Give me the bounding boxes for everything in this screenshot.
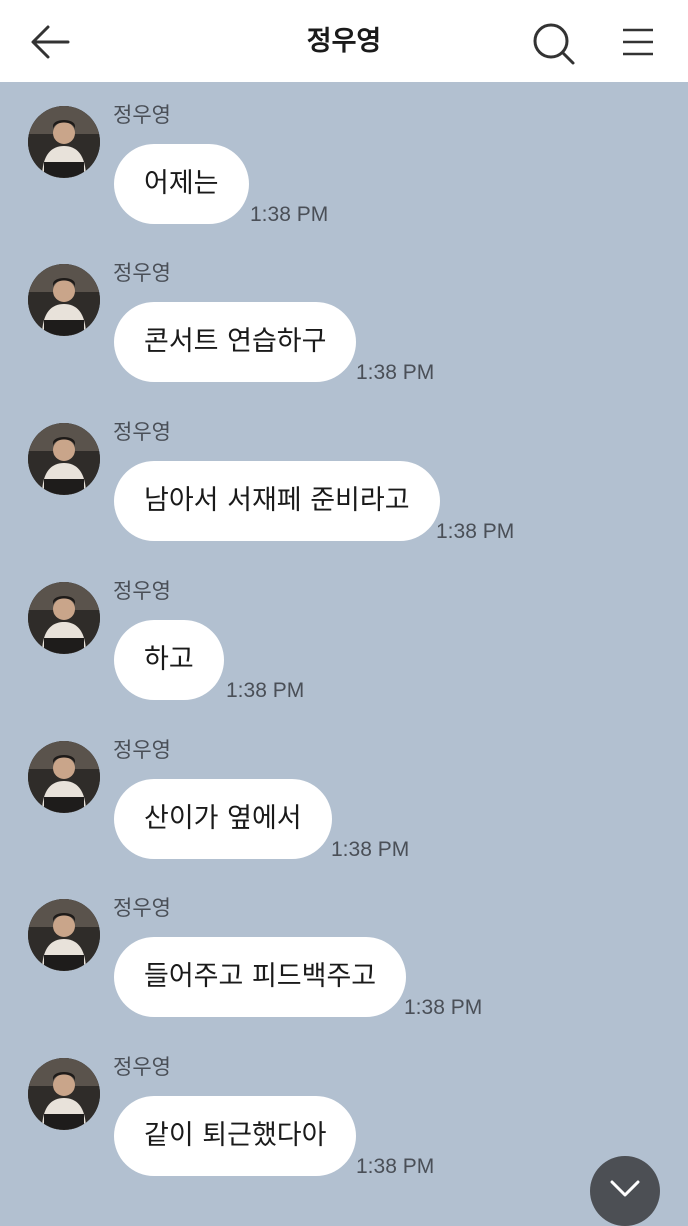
avatar-photo — [28, 741, 100, 813]
sender-name: 정우영 — [113, 738, 171, 762]
chat-message: 정우영 들어주고 피드백주고 1:38 PM — [0, 896, 688, 1039]
message-bubble[interactable]: 남아서 서재페 준비라고 — [114, 461, 440, 541]
message-bubble[interactable]: 어제는 — [114, 144, 249, 224]
chat-message: 정우영 하고 1:38 PM — [0, 579, 688, 722]
avatar[interactable] — [28, 741, 100, 813]
sender-name: 정우영 — [113, 420, 171, 444]
avatar[interactable] — [28, 899, 100, 971]
avatar-photo — [28, 582, 100, 654]
message-timestamp: 1:38 PM — [356, 1155, 435, 1178]
message-timestamp: 1:38 PM — [331, 838, 410, 861]
avatar-photo — [28, 899, 100, 971]
sender-name: 정우영 — [113, 261, 171, 285]
search-icon — [533, 23, 575, 65]
message-bubble[interactable]: 산이가 옆에서 — [114, 779, 332, 859]
avatar-photo — [28, 264, 100, 336]
chat-message: 정우영 어제는 1:38 PM — [0, 103, 688, 246]
message-timestamp: 1:38 PM — [404, 996, 483, 1019]
message-timestamp: 1:38 PM — [226, 679, 305, 702]
sender-name: 정우영 — [113, 103, 171, 127]
chat-message: 정우영 산이가 옆에서 1:38 PM — [0, 738, 688, 881]
chat-title: 정우영 — [306, 26, 382, 57]
sender-name: 정우영 — [113, 1055, 171, 1079]
avatar-photo — [28, 423, 100, 495]
search-button[interactable] — [530, 20, 576, 66]
message-timestamp: 1:38 PM — [250, 203, 329, 226]
avatar[interactable] — [28, 1058, 100, 1130]
chat-message: 정우영 콘서트 연습하구 1:38 PM — [0, 261, 688, 404]
avatar-photo — [28, 106, 100, 178]
menu-button[interactable] — [620, 24, 656, 60]
chat-header: 정우영 — [0, 0, 688, 82]
avatar-photo — [28, 1058, 100, 1130]
hamburger-menu-icon — [623, 28, 653, 56]
chat-message: 정우영 같이 퇴근했다아 1:38 PM — [0, 1055, 688, 1198]
sender-name: 정우영 — [113, 896, 171, 920]
sender-name: 정우영 — [113, 579, 171, 603]
avatar[interactable] — [28, 582, 100, 654]
message-bubble[interactable]: 콘서트 연습하구 — [114, 302, 357, 382]
avatar[interactable] — [28, 106, 100, 178]
avatar[interactable] — [28, 423, 100, 495]
scroll-to-bottom-button[interactable] — [590, 1156, 660, 1226]
message-bubble[interactable]: 들어주고 피드백주고 — [114, 937, 407, 1017]
avatar[interactable] — [28, 264, 100, 336]
chevron-down-icon — [610, 1180, 640, 1197]
message-timestamp: 1:38 PM — [436, 520, 515, 543]
message-bubble[interactable]: 같이 퇴근했다아 — [114, 1096, 357, 1176]
message-timestamp: 1:38 PM — [356, 361, 435, 384]
message-bubble[interactable]: 하고 — [114, 620, 224, 700]
chat-message: 정우영 남아서 서재페 준비라고 1:38 PM — [0, 420, 688, 563]
